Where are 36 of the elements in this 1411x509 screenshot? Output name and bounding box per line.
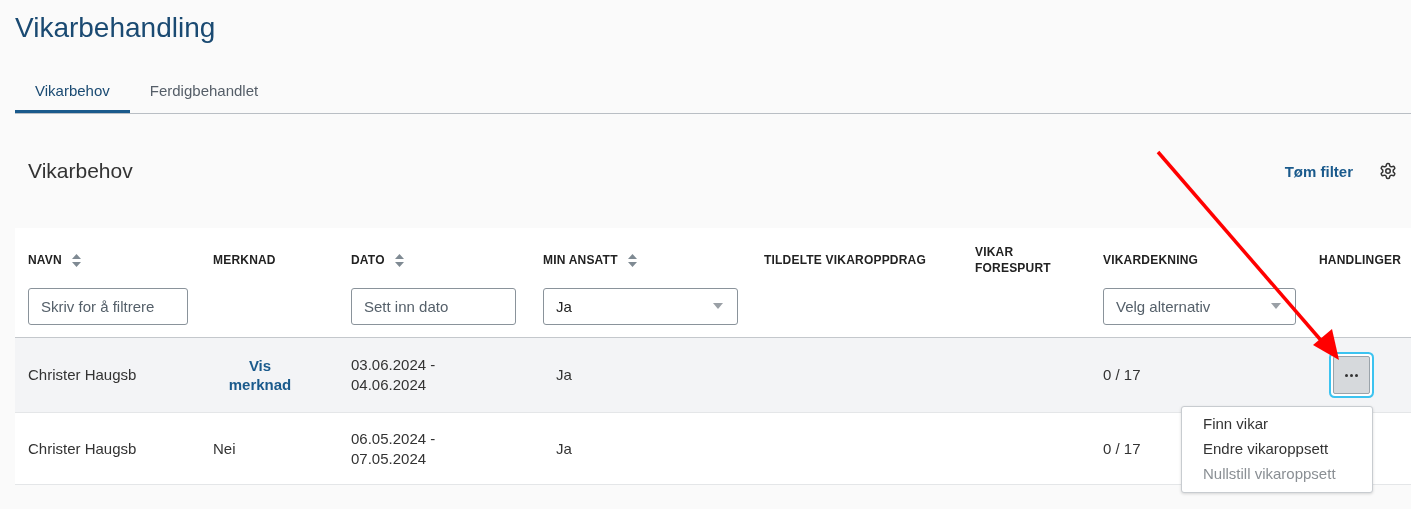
table-cell: 0 / 17	[1103, 438, 1141, 459]
column-header: VIKARDEKNING	[1103, 252, 1199, 268]
table-cell: Ja	[556, 438, 572, 459]
column-header[interactable]: DATO	[351, 252, 404, 268]
settings-icon[interactable]	[1379, 162, 1397, 180]
caret-icon	[1271, 303, 1281, 309]
column-header: TILDELTE VIKAROPPDRAG	[764, 252, 926, 268]
more-icon	[1345, 373, 1358, 377]
tab[interactable]: Ferdigbehandlet	[129, 70, 279, 113]
column-header: MERKNAD	[213, 252, 276, 268]
filter-field[interactable]: Skriv for å filtrere	[28, 288, 188, 325]
sort-icon[interactable]	[627, 253, 637, 267]
table-cell: Christer Haugsb	[28, 365, 137, 385]
table-cell-text: 06.05.2024 - 07.05.2024	[351, 428, 437, 469]
column-header[interactable]: NAVN	[28, 252, 81, 268]
tab[interactable]: Vikarbehov	[15, 70, 130, 113]
table-cell-text: 03.06.2024 - 04.06.2024	[351, 355, 437, 395]
filter-field[interactable]: Sett inn dato	[351, 288, 516, 325]
menu-item[interactable]: Finn vikar	[1182, 411, 1372, 436]
filter-dropdown[interactable]: Ja	[543, 288, 738, 325]
clear-filter-link[interactable]: Tøm filter	[1284, 162, 1353, 180]
table-cell: Nei	[213, 439, 236, 457]
page-title: Vikarbehandling	[15, 11, 217, 45]
table-cell: 0 / 17	[1103, 365, 1141, 385]
column-header[interactable]: MIN ANSATT	[543, 252, 637, 268]
column-header: HANDLINGER	[1319, 252, 1401, 268]
sort-icon[interactable]	[71, 253, 81, 267]
table-cell: Ja	[556, 365, 572, 385]
caret-icon	[713, 303, 723, 309]
note-link[interactable]: Vis merknad	[220, 356, 300, 394]
column-header: VIKAR FORESPURT	[975, 244, 1052, 276]
filter-dropdown[interactable]: Velg alternativ	[1103, 288, 1296, 325]
sort-icon[interactable]	[394, 253, 404, 267]
table-cell: Christer Haugsb	[28, 438, 137, 459]
section-title: Vikarbehov	[28, 159, 134, 183]
menu-item[interactable]: Endre vikaroppsett	[1182, 436, 1372, 461]
